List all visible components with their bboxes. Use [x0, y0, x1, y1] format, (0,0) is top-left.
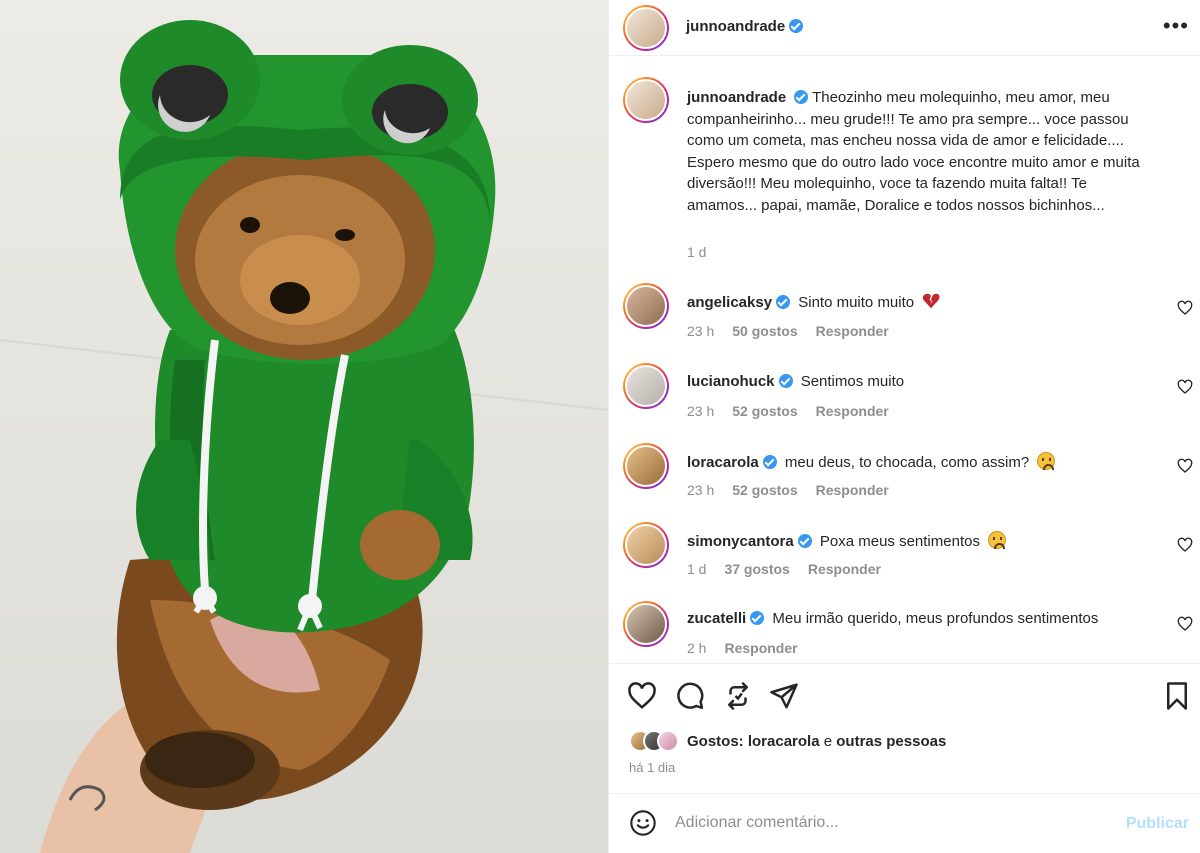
comment-avatar[interactable] [623, 443, 669, 489]
likes-joiner: e [823, 732, 833, 750]
comment-username[interactable]: angelicaksy [687, 294, 772, 311]
comment-row: zucatelli Meu irmão querido, meus profun… [687, 610, 1098, 627]
reply-button[interactable]: Responder [724, 640, 797, 656]
comment-time: 23 h [687, 403, 715, 419]
comment-username[interactable]: simonycantora [687, 533, 794, 550]
comment-avatar[interactable] [623, 601, 669, 647]
comment-avatar[interactable] [623, 522, 669, 568]
comment-likes[interactable]: 37 gostos [724, 561, 789, 577]
likes-prefix: Gostos: [687, 732, 744, 750]
like-comment-heart-icon[interactable] [1177, 616, 1193, 632]
comment-time: 23 h [687, 323, 715, 339]
share-icon[interactable] [769, 681, 799, 711]
heart-icon[interactable] [627, 681, 657, 711]
comment-text: meu deus, to chocada, como assim? [784, 454, 1030, 471]
comment-meta: 23 h 52 gostos Responder [687, 403, 889, 419]
like-comment-heart-icon[interactable] [1177, 379, 1193, 395]
broken-heart-icon [923, 293, 940, 309]
more-options-icon[interactable]: ••• [1163, 15, 1189, 37]
comment-meta: 23 h 50 gostos Responder [687, 323, 889, 339]
verified-icon [762, 455, 777, 469]
smile-icon[interactable] [629, 809, 657, 837]
caption-time: 1 d [687, 244, 707, 260]
bookmark-icon[interactable] [1162, 681, 1192, 711]
likes-summary: Gostos: loracarola e outras pessoas [629, 730, 946, 752]
publish-button[interactable]: Publicar [1126, 815, 1189, 833]
like-comment-heart-icon[interactable] [1177, 458, 1193, 474]
add-comment-bar: Publicar [609, 793, 1200, 853]
verified-icon [794, 90, 809, 104]
likes-text: Gostos: loracarola e outras pessoas [687, 733, 946, 750]
comment-time: 1 d [687, 561, 707, 577]
like-comment-heart-icon[interactable] [1177, 300, 1193, 316]
post-header: junnoandrade ••• [609, 0, 1200, 56]
comment-text: Sentimos muito [800, 373, 905, 390]
comment-time: 2 h [687, 640, 707, 656]
reply-button[interactable]: Responder [816, 403, 889, 419]
caption: junnoandrade Theozinho meu molequinho, m… [687, 87, 1157, 217]
comment-time: 23 h [687, 482, 715, 498]
post-time[interactable]: há 1 dia [629, 760, 675, 775]
reply-button[interactable]: Responder [816, 482, 889, 498]
post: junnoandrade ••• junnoandrade Theozinho … [0, 0, 1200, 853]
repost-icon[interactable] [723, 681, 753, 711]
likes-user[interactable]: loracarola [748, 733, 820, 750]
comment-text: Poxa meus sentimentos [819, 533, 980, 550]
sad-face-icon [988, 531, 1007, 549]
comment-meta: 2 h Responder [687, 640, 798, 656]
reply-button[interactable]: Responder [816, 323, 889, 339]
comment-username[interactable]: zucatelli [687, 610, 746, 627]
author-username[interactable]: junnoandrade [686, 18, 785, 35]
comment-username[interactable]: lucianohuck [687, 373, 775, 390]
verified-icon [778, 374, 793, 388]
caption-username[interactable]: junnoandrade [687, 89, 786, 106]
comment-row: simonycantora Poxa meus sentimentos [687, 531, 1007, 550]
author-avatar[interactable] [623, 5, 669, 51]
comment-input[interactable] [675, 814, 1115, 832]
comment-row: angelicaksy Sinto muito muito [687, 293, 940, 311]
comments-list[interactable]: junnoandrade Theozinho meu molequinho, m… [609, 57, 1200, 663]
verified-icon [789, 19, 804, 33]
comment-meta: 1 d 37 gostos Responder [687, 561, 881, 577]
post-side-panel: junnoandrade ••• junnoandrade Theozinho … [608, 0, 1200, 853]
verified-icon [776, 295, 791, 309]
reply-button[interactable]: Responder [808, 561, 881, 577]
post-actions: Gostos: loracarola e outras pessoas há 1… [609, 663, 1200, 793]
comment-likes[interactable]: 52 gostos [732, 482, 797, 498]
comment-icon[interactable] [675, 681, 705, 711]
comment-row: loracarola meu deus, to chocada, como as… [687, 452, 1056, 471]
comment-row: lucianohuck Sentimos muito [687, 373, 904, 390]
comment-text: Meu irmão querido, meus profundos sentim… [772, 610, 1099, 627]
verified-icon [797, 534, 812, 548]
comment-meta: 23 h 52 gostos Responder [687, 482, 889, 498]
author-name-row: junnoandrade [686, 18, 804, 36]
like-comment-heart-icon[interactable] [1177, 537, 1193, 553]
caption-avatar[interactable] [623, 77, 669, 123]
dog-photo-illustration [0, 20, 608, 853]
comment-likes[interactable]: 52 gostos [732, 403, 797, 419]
verified-icon [750, 611, 765, 625]
caption-text: Theozinho meu molequinho, meu amor, meu … [687, 89, 1140, 214]
sad-face-icon [1037, 452, 1056, 470]
comment-username[interactable]: loracarola [687, 454, 759, 471]
likes-others[interactable]: outras pessoas [836, 733, 946, 750]
avatar [657, 730, 679, 752]
comment-text: Sinto muito muito [798, 294, 915, 311]
comment-avatar[interactable] [623, 363, 669, 409]
caption-meta: 1 d [687, 244, 706, 260]
comment-avatar[interactable] [623, 283, 669, 329]
comment-likes[interactable]: 50 gostos [732, 323, 797, 339]
post-photo[interactable] [0, 0, 608, 853]
